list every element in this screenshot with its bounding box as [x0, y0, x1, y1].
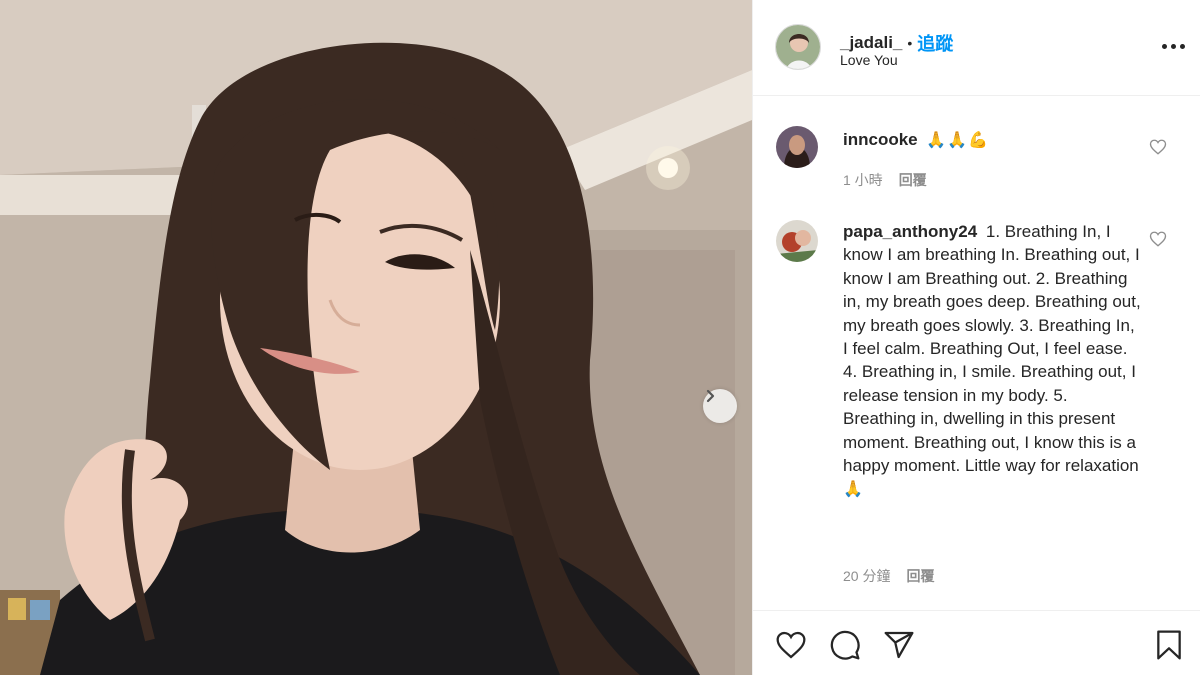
commenter-username[interactable]: papa_anthony24 — [843, 222, 977, 241]
chevron-right-icon — [706, 389, 715, 403]
separator-dot: • — [907, 35, 913, 51]
heart-icon[interactable] — [775, 629, 807, 661]
post-side-panel: _jadali_ • 追蹤 Love You inncooke 🙏🙏💪 1 小時 — [752, 0, 1200, 675]
comment-body: papa_anthony24 1. Breathing In, I know I… — [843, 220, 1143, 502]
comment-text: 1. Breathing In, I know I am breathing I… — [843, 222, 1141, 476]
post-photo — [0, 0, 752, 675]
comment-icon[interactable] — [829, 629, 861, 661]
share-icon[interactable] — [883, 629, 915, 661]
comment-emoji: 🙏🙏💪 — [926, 132, 990, 149]
post-header: _jadali_ • 追蹤 Love You — [753, 0, 1200, 96]
comment-emoji: 🙏 — [843, 481, 864, 499]
more-dot — [1179, 43, 1185, 49]
comment-body: inncooke 🙏🙏💪 — [843, 128, 1143, 152]
avatar-image — [776, 25, 820, 69]
post-action-bar — [753, 610, 1200, 675]
avatar-image — [776, 220, 818, 262]
comment-like-icon[interactable] — [1149, 138, 1167, 156]
post-location[interactable]: Love You — [840, 52, 898, 68]
author-avatar[interactable] — [775, 24, 821, 70]
follow-button[interactable]: 追蹤 — [917, 30, 953, 56]
comment-item: inncooke 🙏🙏💪 1 小時 回覆 — [753, 126, 1200, 196]
reply-button[interactable]: 回覆 — [899, 170, 927, 190]
comment-meta: 20 分鐘 回覆 — [843, 566, 934, 586]
selfie-photo-image — [0, 0, 752, 675]
more-dot — [1170, 43, 1176, 49]
more-dot — [1161, 43, 1167, 49]
commenter-avatar[interactable] — [776, 126, 818, 168]
avatar-image — [776, 126, 818, 168]
comment-meta: 1 小時 回覆 — [843, 170, 927, 190]
next-photo-button[interactable] — [703, 389, 737, 423]
more-options-icon[interactable] — [1158, 36, 1188, 56]
commenter-username[interactable]: inncooke — [843, 130, 918, 149]
author-username[interactable]: _jadali_ — [840, 33, 902, 53]
comment-time[interactable]: 1 小時 — [843, 170, 883, 190]
reply-button[interactable]: 回覆 — [906, 566, 934, 586]
comment-time[interactable]: 20 分鐘 — [843, 566, 890, 586]
commenter-avatar[interactable] — [776, 220, 818, 262]
comment-item: papa_anthony24 1. Breathing In, I know I… — [753, 220, 1200, 590]
comment-like-icon[interactable] — [1149, 230, 1167, 248]
bookmark-icon[interactable] — [1153, 629, 1185, 661]
